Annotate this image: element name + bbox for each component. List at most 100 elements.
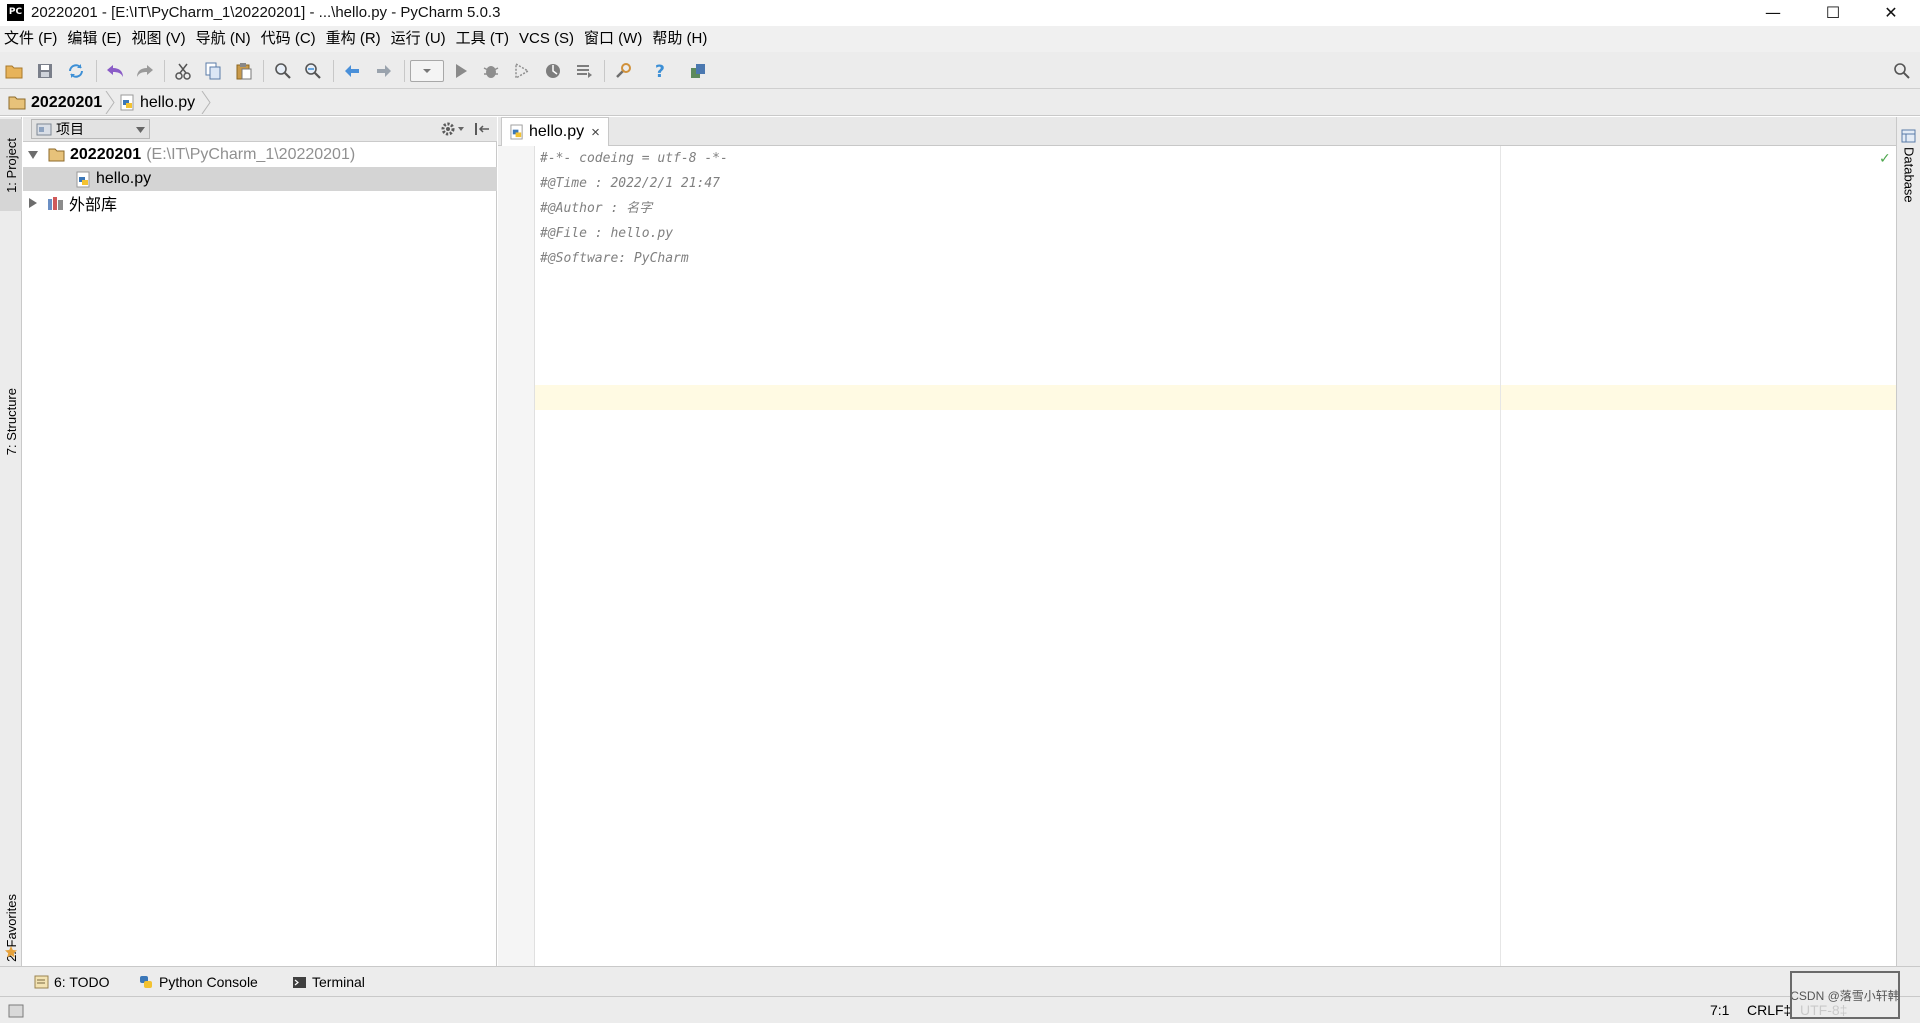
- tree-root-path: (E:\IT\PyCharm_1\20220201): [146, 146, 356, 163]
- tab-database-label: Database: [1901, 147, 1917, 203]
- tab-todo-label: 6: TODO: [54, 974, 110, 990]
- settings-icon[interactable]: [611, 59, 635, 83]
- help-icon[interactable]: ?: [648, 59, 672, 83]
- save-icon[interactable]: [33, 59, 57, 83]
- menu-view[interactable]: 视图 (V): [127, 26, 191, 52]
- menu-file[interactable]: 文件 (F): [0, 26, 62, 52]
- toolbar-separator: [604, 60, 605, 82]
- tab-python-console[interactable]: Python Console: [138, 967, 258, 997]
- minimize-button[interactable]: —: [1744, 0, 1802, 26]
- status-bar: 7:1 CRLF‡ UTF-8‡ CSDN @落雪小轩韩: [0, 971, 1920, 1024]
- menu-code[interactable]: 代码 (C): [256, 26, 321, 52]
- cut-icon[interactable]: [171, 59, 195, 83]
- watermark-stamp: CSDN @落雪小轩韩: [1790, 971, 1900, 1019]
- back-icon[interactable]: [340, 59, 364, 83]
- star-icon: [5, 946, 17, 958]
- project-panel-header: 项目: [23, 117, 497, 142]
- sync-icon[interactable]: [64, 59, 88, 83]
- project-view-icon: [36, 123, 52, 135]
- todo-icon: [34, 975, 49, 989]
- line-separator[interactable]: CRLF‡: [1747, 997, 1791, 1024]
- tree-root-label: 20220201: [70, 146, 142, 163]
- menu-help[interactable]: 帮助 (H): [647, 26, 712, 52]
- paste-icon[interactable]: [232, 59, 256, 83]
- python-file-icon: [76, 171, 90, 187]
- concurrency-icon[interactable]: [572, 59, 596, 83]
- tab-todo[interactable]: 6: TODO: [34, 967, 110, 997]
- editor-area: hello.py × #-*- codeing = utf-8 -*- #@Ti…: [498, 117, 1896, 966]
- find-icon[interactable]: [271, 59, 295, 83]
- breadcrumb-project[interactable]: 20220201: [8, 89, 102, 116]
- menu-bar: 文件 (F) 编辑 (E) 视图 (V) 导航 (N) 代码 (C) 重构 (R…: [0, 26, 1920, 52]
- undo-icon[interactable]: [103, 59, 127, 83]
- caret-position[interactable]: 7:1: [1710, 997, 1729, 1024]
- menu-navigate[interactable]: 导航 (N): [191, 26, 256, 52]
- tab-structure[interactable]: 7: Structure: [0, 231, 22, 455]
- project-view-label: 项目: [56, 121, 84, 137]
- profile-icon[interactable]: [541, 59, 565, 83]
- collapse-arrow-icon[interactable]: [29, 198, 37, 208]
- editor-tab-label: hello.py: [529, 123, 585, 140]
- run-icon[interactable]: [449, 59, 473, 83]
- watermark-text: CSDN @落雪小轩韩: [1790, 988, 1900, 1003]
- breadcrumb-file[interactable]: hello.py: [120, 89, 195, 116]
- pycharm-app-icon: PC: [7, 4, 24, 21]
- toolbar-separator: [333, 60, 334, 82]
- toggle-tool-windows-icon[interactable]: [8, 1004, 24, 1018]
- menu-edit[interactable]: 编辑 (E): [62, 26, 126, 52]
- copy-icon[interactable]: [201, 59, 225, 83]
- vcs-icon[interactable]: [686, 59, 710, 83]
- tab-structure-label: 7: Structure: [3, 387, 19, 455]
- breadcrumb-separator-icon: [201, 91, 211, 114]
- maximize-button[interactable]: ☐: [1804, 0, 1862, 26]
- main-toolbar: ?: [0, 52, 1920, 89]
- editor-tab-hello-py[interactable]: hello.py ×: [501, 117, 609, 146]
- code-editor[interactable]: #-*- codeing = utf-8 -*- #@Time : 2022/2…: [535, 146, 1896, 966]
- menu-run[interactable]: 运行 (U): [386, 26, 451, 52]
- toolbar-separator: [96, 60, 97, 82]
- gear-icon[interactable]: [440, 121, 456, 137]
- editor-tab-bar: hello.py ×: [498, 117, 1896, 146]
- editor-gutter[interactable]: [498, 146, 535, 966]
- coverage-icon[interactable]: [510, 59, 534, 83]
- tab-project-label: 1: Project: [3, 137, 19, 193]
- tree-item-external-libraries[interactable]: 外部库: [23, 191, 497, 215]
- debug-icon[interactable]: [479, 59, 503, 83]
- menu-window[interactable]: 窗口 (W): [579, 26, 647, 52]
- hide-panel-icon[interactable]: [474, 121, 490, 137]
- redo-icon[interactable]: [133, 59, 157, 83]
- inspection-ok-icon[interactable]: ✓: [1879, 150, 1891, 167]
- tab-terminal[interactable]: Terminal: [292, 967, 365, 997]
- menu-vcs[interactable]: VCS (S): [514, 26, 579, 52]
- toolbar-separator: [404, 60, 405, 82]
- bottom-tool-bar: 6: TODO Python Console Terminal: [0, 966, 1920, 996]
- code-line: #@Time : 2022/2/1 21:47: [540, 176, 721, 191]
- tab-python-console-label: Python Console: [159, 974, 258, 990]
- search-icon[interactable]: [1890, 59, 1914, 83]
- library-icon: [48, 196, 63, 210]
- close-window-button[interactable]: ✕: [1862, 0, 1920, 26]
- code-line: #@File : hello.py: [540, 226, 674, 241]
- tab-project[interactable]: 1: Project: [0, 119, 22, 211]
- close-tab-icon[interactable]: ×: [591, 124, 600, 141]
- run-config-dropdown[interactable]: [410, 60, 444, 82]
- tree-item-project-root[interactable]: 20220201 (E:\IT\PyCharm_1\20220201): [23, 143, 497, 167]
- replace-icon[interactable]: [301, 59, 325, 83]
- tab-terminal-label: Terminal: [312, 974, 365, 990]
- expand-arrow-icon[interactable]: [28, 151, 38, 159]
- left-tool-stripe: 1: Project 7: Structure 2: Favorites: [0, 117, 22, 966]
- breadcrumb-project-label: 20220201: [31, 93, 103, 111]
- menu-refactor[interactable]: 重构 (R): [321, 26, 386, 52]
- folder-icon: [48, 148, 65, 162]
- right-tool-stripe: Database: [1896, 117, 1920, 966]
- folder-icon: [8, 96, 26, 110]
- tree-item-hello-py[interactable]: hello.py: [23, 167, 497, 191]
- toolbar-separator: [263, 60, 264, 82]
- tab-database[interactable]: Database: [1897, 147, 1920, 237]
- breadcrumb-separator-icon: [105, 91, 115, 114]
- project-view-selector[interactable]: 项目: [31, 119, 150, 139]
- breadcrumb-file-label: hello.py: [140, 93, 196, 111]
- menu-tools[interactable]: 工具 (T): [451, 26, 514, 52]
- open-icon[interactable]: [2, 59, 26, 83]
- forward-icon[interactable]: [372, 59, 396, 83]
